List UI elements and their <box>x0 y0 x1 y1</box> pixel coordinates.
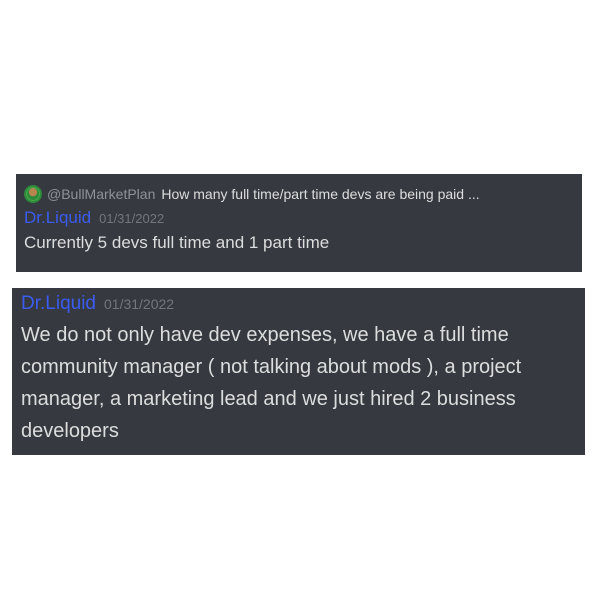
user-avatar-icon[interactable] <box>24 185 42 203</box>
message-header: Dr.Liquid 01/31/2022 <box>24 208 582 228</box>
message-card-reply: @BullMarketPlan How many full time/part … <box>16 174 582 272</box>
message-text: We do not only have dev expenses, we hav… <box>21 324 522 442</box>
reply-preview-text[interactable]: How many full time/part time devs are be… <box>161 186 574 202</box>
message-author[interactable]: Dr.Liquid <box>24 208 91 228</box>
message-header: Dr.Liquid 01/31/2022 <box>21 293 585 315</box>
reply-reference[interactable]: @BullMarketPlan How many full time/part … <box>24 183 574 205</box>
message-author[interactable]: Dr.Liquid <box>21 293 96 315</box>
message-timestamp: 01/31/2022 <box>99 211 165 226</box>
message-card: Dr.Liquid 01/31/2022 We do not only have… <box>12 288 585 455</box>
message-text: Currently 5 devs full time and 1 part ti… <box>24 233 330 252</box>
reply-username[interactable]: @BullMarketPlan <box>47 186 155 202</box>
message-timestamp: 01/31/2022 <box>104 296 175 312</box>
